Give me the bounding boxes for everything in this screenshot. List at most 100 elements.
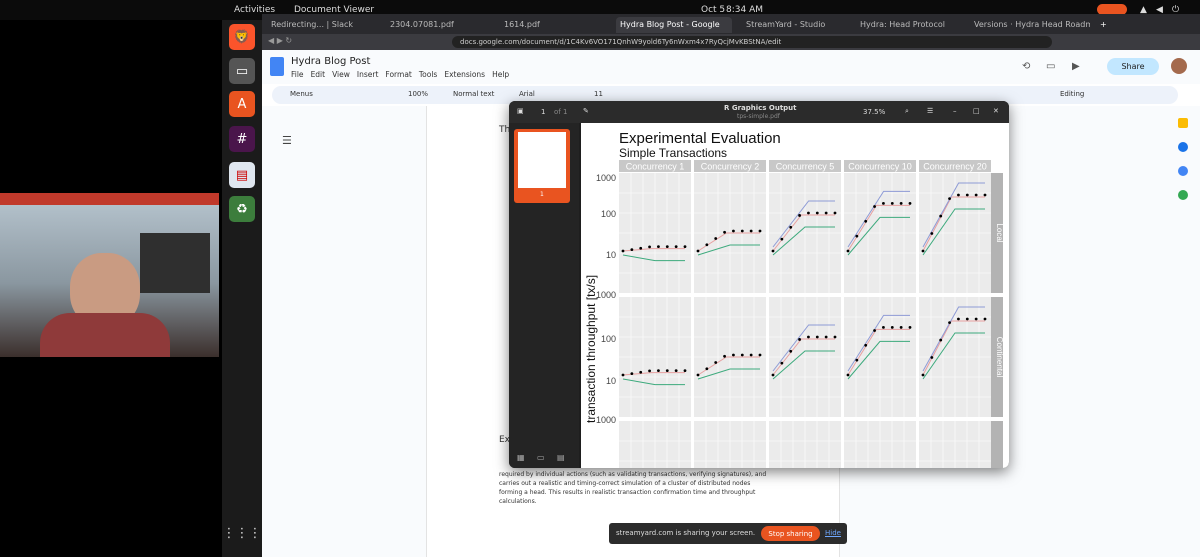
slack-icon[interactable]: #	[229, 126, 255, 152]
thumbnail-label: 1	[540, 191, 544, 198]
tab-pdf-2304[interactable]: 2304.07081.pdf	[386, 17, 496, 33]
menu-view[interactable]: View	[332, 70, 350, 79]
data-point	[815, 335, 819, 339]
docs-header: Hydra Blog Post File Edit View Insert Fo…	[262, 50, 1200, 84]
tab-pdf-1614[interactable]: 1614.pdf	[500, 17, 610, 33]
menu-file[interactable]: File	[291, 70, 304, 79]
menu-extensions[interactable]: Extensions	[444, 70, 485, 79]
data-point	[714, 361, 718, 364]
meet-icon[interactable]: ▶	[1072, 61, 1080, 72]
data-point	[890, 202, 894, 205]
menu-format[interactable]: Format	[385, 70, 411, 79]
data-point	[824, 335, 828, 339]
tab-hydra-protocol[interactable]: Hydra: Head Protocol	[856, 17, 966, 33]
data-point	[740, 229, 744, 233]
pdf-viewer-window: ▣ 1 of 1 ✎ R Graphics Output tps-simple.…	[509, 101, 1009, 468]
side-panel	[1167, 110, 1200, 550]
editing-mode[interactable]: Editing	[1060, 90, 1084, 98]
search-icon[interactable]: ⌕	[905, 107, 909, 116]
tasks-icon[interactable]	[1178, 142, 1188, 152]
app-grid-icon[interactable]: ⋮⋮⋮	[223, 520, 262, 546]
data-point	[696, 373, 700, 377]
software-center-icon[interactable]: A	[229, 91, 255, 117]
data-point	[630, 372, 634, 376]
data-point	[639, 246, 643, 250]
data-point	[948, 197, 951, 201]
data-point	[789, 349, 793, 353]
data-point	[723, 354, 726, 358]
files-icon[interactable]: ▭	[229, 58, 255, 84]
minimize-icon[interactable]: –	[953, 107, 957, 115]
menus-search[interactable]: Menus	[290, 90, 313, 98]
brave-browser-icon[interactable]: 🦁	[229, 24, 255, 50]
outline-view-icon[interactable]: ▭	[537, 453, 545, 462]
row-label: Local	[995, 223, 1004, 242]
menu-edit[interactable]: Edit	[311, 70, 326, 79]
address-bar: ◀ ▶ ↻ docs.google.com/document/d/1C4Kv6V…	[262, 34, 1200, 50]
menu-tools[interactable]: Tools	[419, 70, 437, 79]
thumbnail-panel: 1 ▦ ▭ ▤	[509, 123, 579, 468]
keep-icon[interactable]	[1178, 118, 1188, 128]
data-point	[674, 245, 678, 248]
data-point	[758, 229, 762, 233]
facet-label: Concurrency 20	[923, 162, 987, 172]
menu-help[interactable]: Help	[492, 70, 509, 79]
avatar[interactable]	[1171, 58, 1187, 74]
history-icon[interactable]: ⟲	[1022, 61, 1030, 72]
thumbnails-view-icon[interactable]: ▦	[517, 453, 525, 462]
data-point	[705, 367, 709, 371]
close-icon[interactable]: ✕	[993, 107, 999, 115]
url-input[interactable]: docs.google.com/document/d/1C4Kv6VO171Qn…	[452, 36, 1052, 48]
zoom-select[interactable]: 100%	[408, 90, 428, 98]
tab-hydra-blog[interactable]: Hydra Blog Post - Google	[616, 17, 732, 33]
contacts-icon[interactable]	[1178, 166, 1188, 176]
facet-label: Concurrency 1	[626, 162, 685, 172]
facet-label: Concurrency 5	[776, 162, 835, 172]
y-tick-label: 10	[606, 250, 616, 260]
menu-insert[interactable]: Insert	[357, 70, 379, 79]
zoom-select[interactable]: 37.5%	[863, 108, 885, 116]
trash-icon[interactable]: ♻	[229, 196, 255, 222]
tab-streamyard[interactable]: StreamYard - Studio	[742, 17, 852, 33]
stop-sharing-button[interactable]: Stop sharing	[761, 526, 820, 541]
font-size-input[interactable]: 11	[594, 90, 603, 98]
style-select[interactable]: Normal text	[453, 90, 494, 98]
data-point	[621, 249, 625, 253]
data-point	[732, 353, 735, 357]
data-point	[798, 214, 801, 217]
data-point	[705, 243, 709, 247]
maps-icon[interactable]	[1178, 190, 1188, 200]
hide-button[interactable]: Hide	[825, 529, 841, 537]
tab-versions[interactable]: Versions · Hydra Head Roadm	[970, 17, 1090, 33]
pdf-page[interactable]: Experimental Evaluation Simple Transactio…	[581, 123, 1009, 468]
page-number-input[interactable]: 1	[541, 108, 545, 116]
data-point	[948, 321, 951, 325]
paragraph-line: carries out a realistic and timing-corre…	[499, 480, 751, 487]
annotate-icon[interactable]: ✎	[583, 107, 589, 115]
sidebar-toggle-icon[interactable]: ▣	[517, 107, 524, 115]
back-icon[interactable]: ◀ ▶ ↻	[268, 36, 292, 45]
document-title[interactable]: Hydra Blog Post	[291, 56, 370, 67]
y-tick-label: 10	[606, 376, 616, 386]
outline-icon[interactable]: ☰	[282, 134, 292, 147]
share-button[interactable]: Share	[1107, 58, 1159, 75]
paragraph-line: forming a head. This results in realisti…	[499, 489, 756, 496]
new-tab-icon[interactable]: +	[1096, 17, 1108, 33]
font-select[interactable]: Arial	[519, 90, 535, 98]
page-thumbnail[interactable]: 1	[514, 129, 570, 203]
comments-icon[interactable]: ▭	[1046, 61, 1055, 72]
tab-slack[interactable]: Redirecting... | Slack	[267, 17, 385, 33]
data-point	[749, 229, 753, 233]
data-point	[639, 370, 643, 374]
viewer-filename: tps-simple.pdf	[737, 113, 780, 120]
docs-logo-icon[interactable]	[270, 57, 284, 76]
document-viewer-icon[interactable]: ▤	[229, 162, 255, 188]
y-tick-label: 100	[601, 209, 616, 219]
data-point	[621, 373, 625, 377]
data-point	[957, 317, 960, 321]
data-point	[921, 249, 925, 253]
annotations-view-icon[interactable]: ▤	[557, 453, 565, 462]
menu-icon[interactable]: ☰	[927, 107, 933, 115]
data-point	[723, 230, 726, 234]
maximize-icon[interactable]: □	[973, 107, 980, 115]
